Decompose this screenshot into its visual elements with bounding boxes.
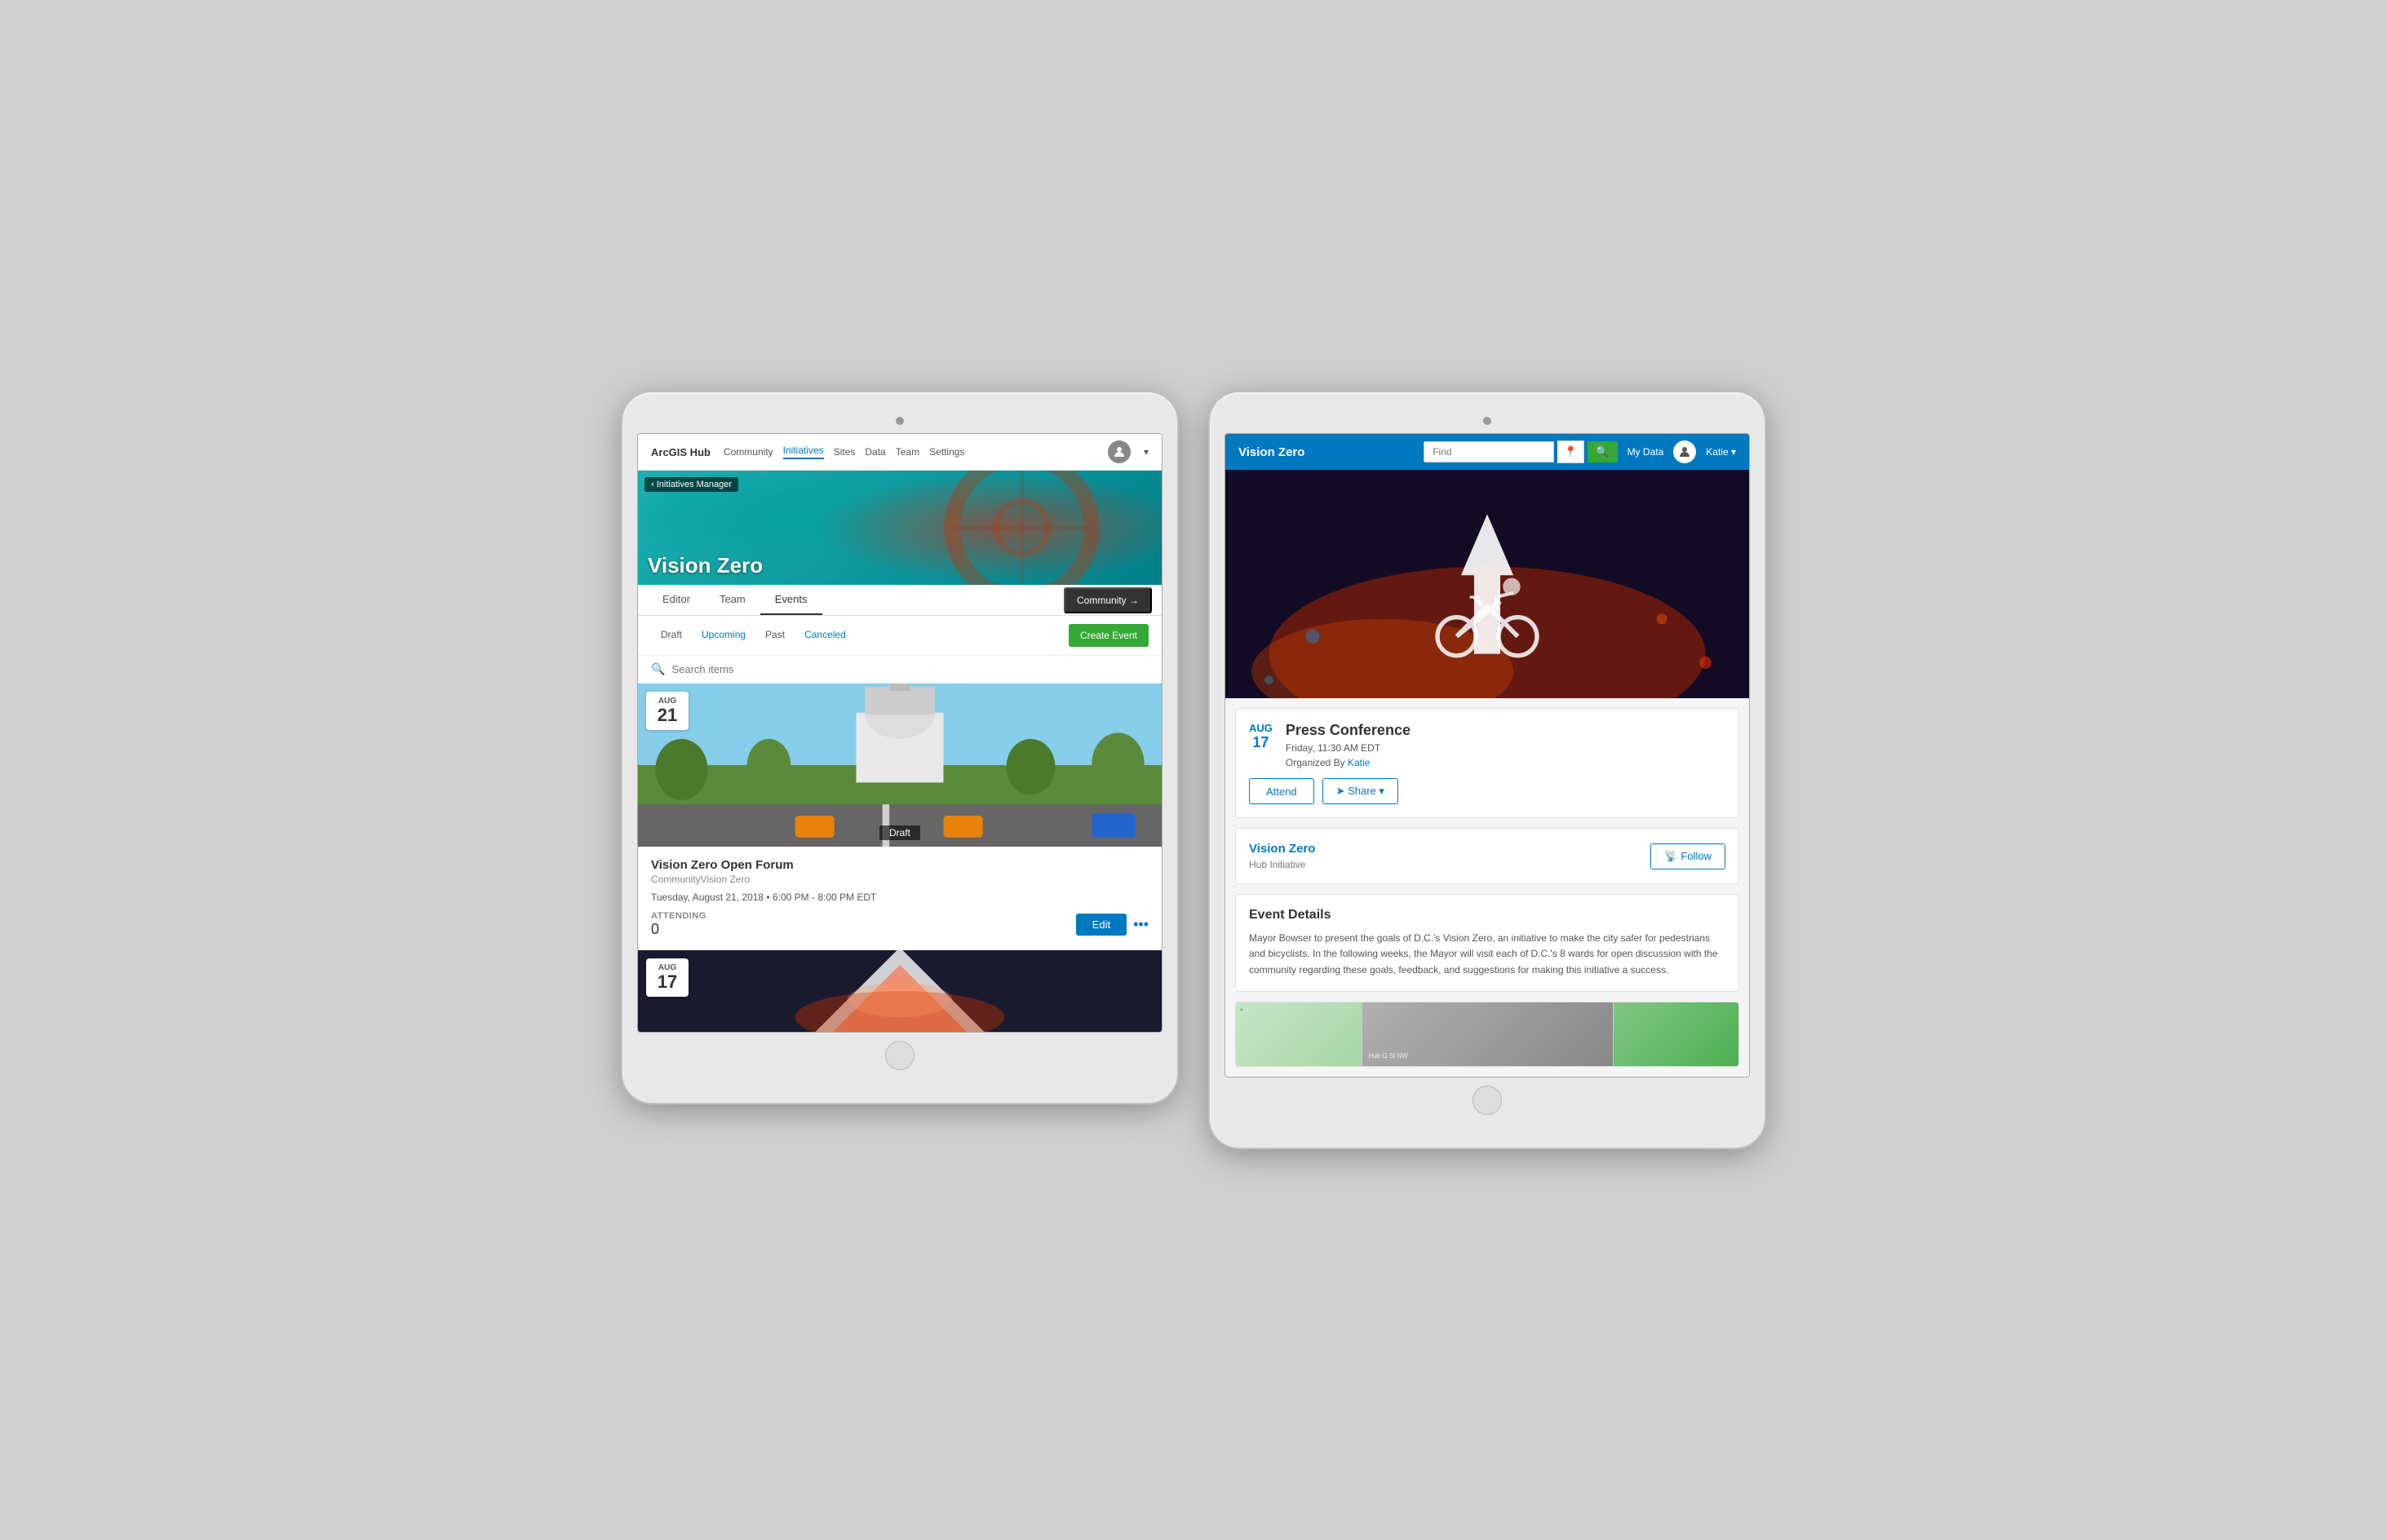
event1-day: 21 [654, 706, 680, 725]
detail-day: 17 [1249, 734, 1273, 751]
left-home-button[interactable] [885, 1041, 914, 1070]
event1-draft-label: Draft [879, 825, 920, 840]
right-content: Aug 17 Press Conference Friday, 11:30 AM… [1225, 698, 1749, 1077]
event1-organizer: CommunityVision Zero [651, 874, 1149, 885]
user-dropdown-icon[interactable]: ▾ [1144, 446, 1149, 458]
nav-links: Community Initiatives Sites Data Team Se… [724, 445, 1095, 459]
filter-draft[interactable]: Draft [651, 626, 692, 645]
map-segment-3 [1614, 1002, 1739, 1066]
search-input[interactable] [671, 663, 1149, 675]
right-home-button[interactable] [1472, 1086, 1502, 1115]
event1-date-badge: AUG 21 [646, 692, 689, 730]
organizer-link[interactable]: Katie [1348, 757, 1370, 768]
arcgis-hub-logo: ArcGIS Hub [651, 446, 711, 458]
detail-date-row: Aug 17 Press Conference Friday, 11:30 AM… [1249, 722, 1725, 768]
event1-title: Vision Zero Open Forum [651, 858, 1149, 872]
share-button[interactable]: ➤ Share ▾ [1322, 778, 1398, 804]
attending-info: ATTENDING 0 [651, 911, 706, 938]
attend-button[interactable]: Attend [1249, 778, 1314, 804]
detail-event-time: Friday, 11:30 AM EDT [1286, 742, 1725, 754]
filter-past[interactable]: Past [755, 626, 795, 645]
detail-date-block: Aug 17 [1249, 722, 1273, 768]
attending-count: 0 [651, 921, 706, 938]
nav-link-data[interactable]: Data [865, 446, 885, 458]
event-card-1: AUG 21 Draft Vision Zero Open Forum Comm… [638, 684, 1162, 950]
right-user-name[interactable]: Katie ▾ [1706, 446, 1736, 458]
map-segment-1: + [1236, 1002, 1362, 1066]
hero-banner: ‹ Initiatives Manager Vision Zero [638, 471, 1162, 585]
right-search-input[interactable] [1424, 441, 1554, 462]
right-screen: Vision Zero 📍 🔍 My Data Katie ▾ [1224, 433, 1750, 1078]
map-segment-2: Hub G St NW [1362, 1002, 1614, 1066]
event-image-1: AUG 21 Draft [638, 684, 1162, 847]
event-details-text: Mayor Bowser to present the goals of D.C… [1249, 931, 1725, 978]
filter-upcoming[interactable]: Upcoming [692, 626, 755, 645]
follow-icon: 📡 [1664, 850, 1677, 863]
edit-button[interactable]: Edit [1076, 914, 1127, 936]
search-bar: 🔍 [638, 656, 1162, 684]
left-camera [896, 417, 904, 425]
nav-link-initiatives[interactable]: Initiatives [783, 445, 824, 459]
my-data-link[interactable]: My Data [1628, 446, 1664, 458]
follow-button[interactable]: 📡 Follow [1650, 843, 1725, 870]
tab-editor[interactable]: Editor [648, 585, 705, 615]
search-go-button[interactable]: 🔍 [1588, 441, 1617, 462]
detail-button-row: Attend ➤ Share ▾ [1249, 778, 1725, 804]
event2-date-badge: AUG 17 [646, 958, 689, 997]
tab-team[interactable]: Team [705, 585, 760, 615]
event1-info: Vision Zero Open Forum CommunityVision Z… [638, 847, 1162, 949]
community-button[interactable]: Community → [1064, 587, 1152, 613]
detail-month: Aug [1249, 722, 1273, 734]
event1-time: Tuesday, August 21, 2018 • 6:00 PM - 8:0… [651, 892, 1149, 903]
event-details-card: Event Details Mayor Bowser to present th… [1235, 894, 1739, 992]
map-preview[interactable]: + Hub G St NW [1235, 1002, 1739, 1067]
filter-bar: Draft Upcoming Past Canceled Create Even… [638, 616, 1162, 656]
attending-label: ATTENDING [651, 911, 706, 921]
right-camera [1483, 417, 1491, 425]
user-avatar[interactable] [1108, 440, 1131, 463]
initiatives-manager-button[interactable]: ‹ Initiatives Manager [644, 477, 738, 492]
left-top-nav: ArcGIS Hub Community Initiatives Sites D… [638, 434, 1162, 471]
more-options-button[interactable]: ••• [1133, 916, 1149, 933]
left-ipad: ArcGIS Hub Community Initiatives Sites D… [622, 392, 1177, 1103]
right-user-avatar[interactable] [1673, 440, 1696, 463]
event-details-title: Event Details [1249, 908, 1725, 923]
event1-actions: Edit ••• [1076, 914, 1149, 936]
nav-link-team[interactable]: Team [896, 446, 919, 458]
tab-buttons-group: Editor Team Events [648, 585, 1064, 615]
event2-day: 17 [654, 972, 680, 992]
detail-event-info: Press Conference Friday, 11:30 AM EDT Or… [1286, 722, 1725, 768]
right-ipad: Vision Zero 📍 🔍 My Data Katie ▾ [1210, 392, 1765, 1148]
nav-link-settings[interactable]: Settings [929, 446, 964, 458]
initiative-card: Vision Zero Hub Initiative 📡 Follow [1235, 828, 1739, 884]
create-event-button[interactable]: Create Event [1069, 624, 1149, 647]
search-wrapper: 📍 🔍 [1424, 440, 1617, 463]
event1-attending-row: ATTENDING 0 Edit ••• [651, 911, 1149, 938]
event-detail-card: Aug 17 Press Conference Friday, 11:30 AM… [1235, 708, 1739, 818]
main-tab-bar: Editor Team Events Community → [638, 585, 1162, 616]
event-card-2: AUG 17 [638, 950, 1162, 1032]
nav-link-community[interactable]: Community [724, 446, 773, 458]
search-icon: 🔍 [651, 662, 665, 676]
vision-zero-logo: Vision Zero [1238, 445, 1414, 459]
left-screen: ArcGIS Hub Community Initiatives Sites D… [637, 433, 1162, 1033]
detail-organized-by: Organized By Katie [1286, 757, 1725, 768]
event2-image: AUG 17 [638, 950, 1162, 1032]
right-hero-banner [1225, 470, 1749, 698]
initiative-title: Vision Zero [1249, 842, 1315, 856]
right-top-nav: Vision Zero 📍 🔍 My Data Katie ▾ [1225, 434, 1749, 470]
initiative-info: Vision Zero Hub Initiative [1249, 842, 1315, 870]
filter-canceled[interactable]: Canceled [795, 626, 856, 645]
filter-tabs-group: Draft Upcoming Past Canceled [651, 626, 1059, 645]
hero-title: Vision Zero [648, 553, 763, 578]
nav-link-sites[interactable]: Sites [834, 446, 856, 458]
location-search-button[interactable]: 📍 [1557, 440, 1584, 463]
initiative-subtitle: Hub Initiative [1249, 859, 1315, 870]
tab-events[interactable]: Events [760, 585, 822, 615]
detail-event-title: Press Conference [1286, 722, 1725, 739]
